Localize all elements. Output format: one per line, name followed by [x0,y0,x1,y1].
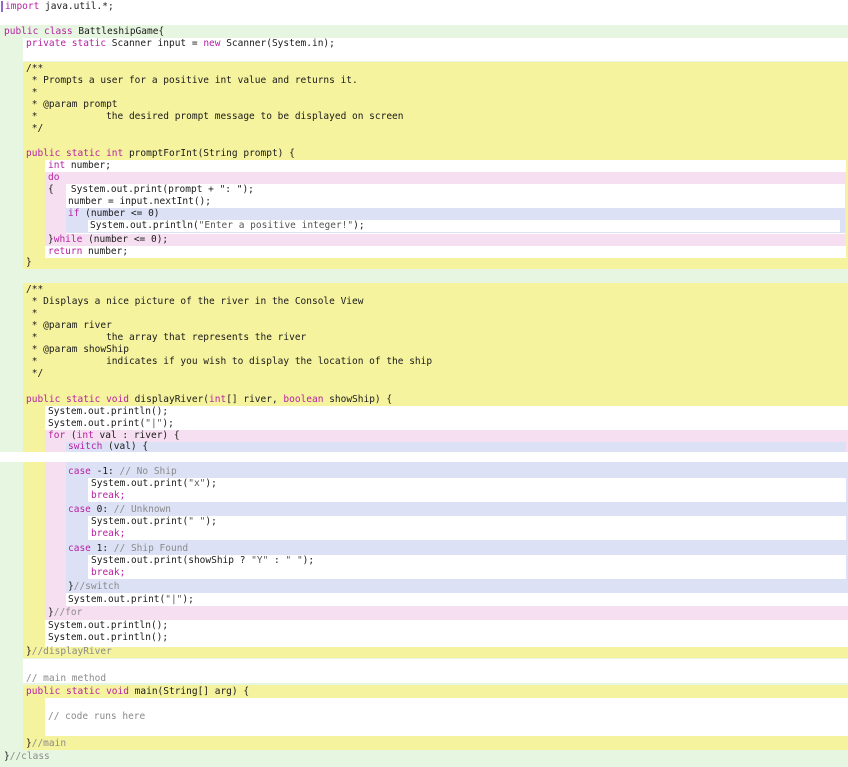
println-empty: System.out.println(); [48,406,169,417]
doc-line: /** [26,63,44,74]
println-empty: System.out.println(); [48,632,169,643]
code-runs-here-comment: // code runs here [48,711,146,722]
do-keyword: do [48,172,60,183]
doc-line: */ [26,123,44,134]
doc-line: * [26,308,38,319]
doc-line: * Displays a nice picture of the river i… [26,296,364,307]
switch-block-top[interactable] [66,442,846,452]
for-close: }//for [48,607,83,618]
doc-line: * indicates if you wish to display the l… [26,356,433,367]
import-statement: import java.util.*; [5,1,114,12]
int-number-decl: int number; [48,160,111,171]
doc-line: * @param prompt [26,99,118,110]
display-river-signature: public static void displayRiver(int[] ri… [26,394,393,405]
next-int-line: number = input.nextInt(); [68,196,211,207]
print-prompt-line: { System.out.print(prompt + ": "); [48,184,254,195]
doc-line: * Prompts a user for a positive int valu… [26,75,358,86]
while-condition: }while (number <= 0); [48,234,169,245]
main-comment-block[interactable] [23,659,848,683]
doc-line: /** [26,284,44,295]
println-empty: System.out.println(); [48,620,169,631]
if-statement: if (number <= 0) [68,208,160,219]
doc-line: * [26,87,38,98]
print-ship: System.out.print(showShip ? "Y" : " "); [91,555,315,566]
case-ship-found: case 1: // Ship Found [68,543,189,554]
doc-line: * @param showShip [26,344,129,355]
print-space: System.out.print(" "); [91,516,217,527]
class-declaration: public class BattleshipGame{ [4,26,165,37]
main-method-comment: // main method [26,673,107,684]
prompt-method-signature: public static int promptForInt(String pr… [26,148,295,159]
println-enter-positive: System.out.println("Enter a positive int… [90,220,365,231]
break-statement: break; [91,567,126,578]
return-statement: return number; [48,246,129,257]
class-close: }//class [4,751,50,762]
import-line[interactable]: import java.util.*; [0,0,848,24]
text-cursor [1,1,3,12]
doc-line: * the desired prompt message to be displ… [26,111,404,122]
main-body[interactable] [45,698,848,736]
break-statement: break; [91,490,126,501]
prompt-method-close: } [26,257,32,268]
screenshot-seam [0,452,848,462]
main-signature: public static void main(String[] arg) { [26,686,250,697]
switch-close: }//switch [68,581,120,592]
case-no-ship: case -1: // No Ship [68,466,177,477]
doc-line: * @param river [26,320,112,331]
doc-line: */ [26,368,44,379]
print-x: System.out.print("x"); [91,478,217,489]
case-unknown: case 0: // Unknown [68,504,171,515]
scanner-field: private static Scanner input = new Scann… [26,38,335,49]
display-river-close: }//displayRiver [26,646,112,657]
break-statement: break; [91,528,126,539]
doc-line: * the array that represents the river [26,332,307,343]
print-bar: System.out.print("|"); [48,418,174,429]
main-close: }//main [26,738,67,749]
print-bar-end: System.out.print("|"); [68,594,194,605]
